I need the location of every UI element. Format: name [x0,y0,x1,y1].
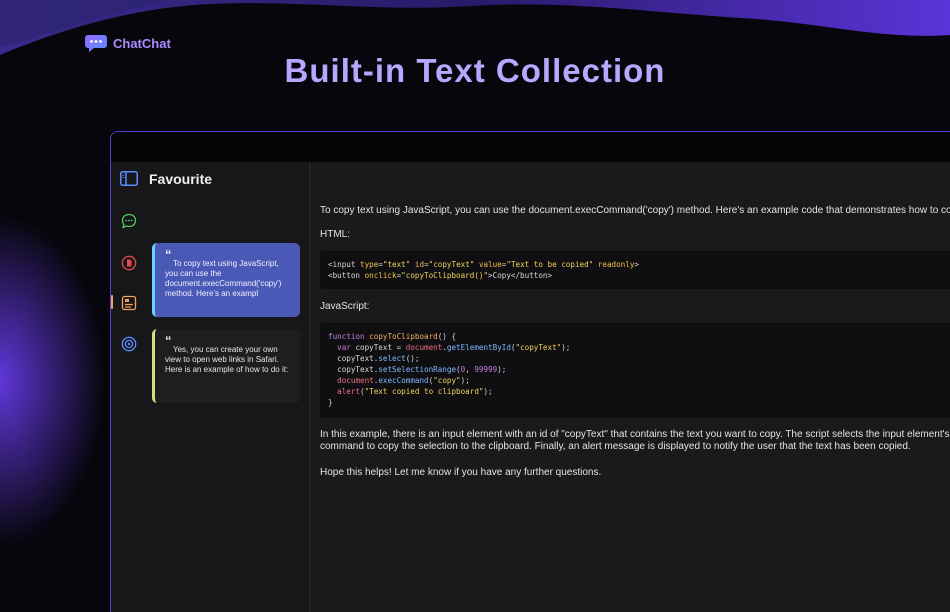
sidebar-title: Favourite [149,171,213,187]
code-line: copyText.select(); [328,354,420,363]
hero-title: Built-in Text Collection [284,52,666,89]
favourites-sidebar: Favourite “ To copy text using JavaScrip… [111,162,310,612]
brand-name: ChatChat [113,35,171,51]
code-line: copyText.setSelectionRange(0, 99999); [328,365,507,374]
code-line: <input type="text" id="copyText" value="… [328,259,950,270]
javascript-code-block[interactable]: function copyToClipboard() { var copyTex… [320,323,950,418]
code-line: var copyText = document.getElementById("… [337,343,571,352]
sidebar-toggle-icon[interactable] [120,171,138,186]
code-line: } [328,398,333,407]
target-icon[interactable] [121,336,137,352]
chat-bubble-icon[interactable] [121,213,137,229]
note-icon[interactable] [121,295,137,311]
html-label: HTML: [320,229,350,240]
app-window: Favourite “ To copy text using JavaScrip… [110,131,950,612]
code-line-0: <input type="text" id="copyText" value="… [328,260,639,269]
brand: ChatChat [85,33,171,53]
favourite-card-text: Yes, you can create your own view to ope… [165,345,289,374]
code-line: function copyToClipboard() { [328,332,457,341]
javascript-label: JavaScript: [320,301,370,312]
code-line-1: <button onclick="copyToClipboard()">Copy… [328,271,553,280]
code-line: document.execCommand("copy"); [337,376,470,385]
favourite-card[interactable]: “ Yes, you can create your own view to o… [152,329,300,403]
html-code-block[interactable]: <input type="text" id="copyText" value="… [320,251,950,289]
quote-mark: “ [165,333,172,348]
quote-mark: “ [165,247,172,262]
code-line: alert("Text copied to clipboard"); [337,387,493,396]
closing-text: Hope this helps! Let me know if you have… [320,467,602,478]
intro-text: To copy text using JavaScript, you can u… [320,205,950,216]
explanation-text: In this example, there is an input eleme… [320,429,950,452]
window-titlebar [111,132,950,162]
favourite-card-text: To copy text using JavaScript, you can u… [165,259,282,298]
chat-bubble-logo-icon [85,35,107,52]
message-detail: To copy text using JavaScript, you can u… [310,162,950,612]
document-icon[interactable] [121,255,137,271]
favourite-card[interactable]: “ To copy text using JavaScript, you can… [152,243,300,317]
rail-active-indicator [111,295,113,309]
code-line: <button onclick="copyToClipboard()">Copy… [328,270,950,281]
